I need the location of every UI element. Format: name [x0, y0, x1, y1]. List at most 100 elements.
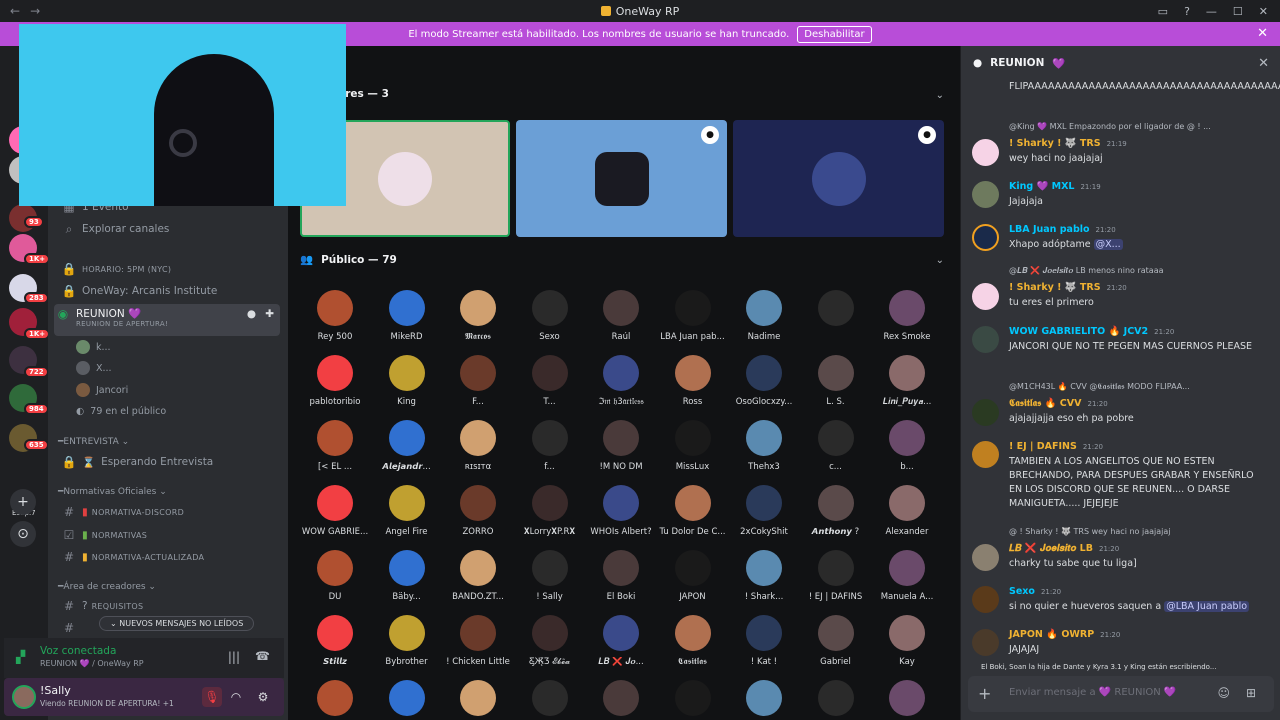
unread-messages-pill[interactable]: ⌄ NUEVOS MENSAJES NO LEÍDOS	[99, 616, 255, 631]
message-author[interactable]: King 💜 MXL 21:19	[1009, 181, 1101, 192]
audience-member[interactable]: ! Chicken Little	[442, 615, 514, 667]
audience-member[interactable]: Raúl	[585, 290, 657, 342]
audience-member[interactable]	[657, 680, 729, 720]
audience-member[interactable]: F...	[442, 355, 514, 407]
disable-streamer-button[interactable]: Deshabilitar	[797, 25, 872, 43]
audience-member[interactable]: ! EJ | DAFINS	[800, 550, 872, 602]
audience-member[interactable]: ZORRO	[442, 485, 514, 537]
chat-icon[interactable]: ●	[247, 308, 256, 320]
audience-member[interactable]: King	[371, 355, 443, 407]
user-mention[interactable]: @LBA Juan pablo	[1164, 601, 1250, 612]
audience-member[interactable]: Rey 500	[299, 290, 371, 342]
audience-member[interactable]: Bybrother	[371, 615, 443, 667]
audience-member[interactable]: Ƹ̵̡Ӝ̵̨̄Ʒ 𝓔𝓫𝓮̃𝓪	[514, 615, 586, 667]
message-author[interactable]: WOW GABRIELITO 🔥 JCV2 21:20	[1009, 326, 1174, 337]
audience-member[interactable]	[442, 680, 514, 720]
message-author[interactable]: ! EJ | DAFINS 21:20	[1009, 441, 1103, 452]
add-server-icon[interactable]: +	[10, 489, 36, 515]
audience-member[interactable]: [< EL ...	[299, 420, 371, 472]
audience-count[interactable]: ◐ 79 en el público	[76, 401, 166, 421]
voice-user[interactable]: X...	[76, 358, 112, 378]
audience-member[interactable]: 𝙎𝙩𝙞𝙡𝙡𝙯	[299, 615, 371, 667]
close-window-icon[interactable]: ✕	[1259, 5, 1268, 18]
reply-preview[interactable]: @King 💜 MXL Empazondo por el ligador de …	[1009, 122, 1211, 131]
audience-member[interactable]	[299, 680, 371, 720]
avatar[interactable]	[972, 544, 999, 571]
avatar[interactable]	[972, 399, 999, 426]
minimize-icon[interactable]: —	[1206, 5, 1217, 18]
channel-normativas[interactable]: ☑ ▮ NORMATIVAS	[60, 525, 280, 545]
help-icon[interactable]: ?	[1184, 5, 1190, 18]
audience-member[interactable]: 𝕮𝖆𝖘𝖎𝖙𝖑𝖆𝖘	[657, 615, 729, 667]
message-author[interactable]: 𝑳𝑩 ❌ 𝑱𝒐𝒆𝒍𝒔𝒊𝒕𝒐 LB 21:20	[1009, 543, 1119, 554]
reply-preview[interactable]: @𝑳𝑩 ❌ 𝑱𝒐𝒆𝒍𝒔𝒊𝒕𝒐 LB menos nino rataaa	[1009, 266, 1164, 276]
audience-member[interactable]: JAPON	[657, 550, 729, 602]
audience-member[interactable]: ! Shark...	[728, 550, 800, 602]
audience-member[interactable]	[514, 680, 586, 720]
discover-icon[interactable]: ⊙	[10, 521, 36, 547]
voice-user[interactable]: Jancori	[76, 380, 128, 400]
headphones-icon[interactable]: ◠	[226, 687, 246, 707]
audience-member[interactable]: Sexo	[514, 290, 586, 342]
audience-member[interactable]: c...	[800, 420, 872, 472]
audience-member[interactable]	[871, 680, 943, 720]
avatar[interactable]	[972, 139, 999, 166]
audience-member[interactable]: 𝑳𝒊𝒏𝒊_𝑷𝒖𝒚𝒂...	[871, 355, 943, 407]
voice-user[interactable]: k...	[76, 337, 111, 357]
audience-member[interactable]	[728, 680, 800, 720]
audience-member[interactable]: OsoGlocxzy...	[728, 355, 800, 407]
reply-preview[interactable]: @M1CH43L 🔥 CVV @𝕮𝖆𝖘𝖎𝖙𝖑𝖆𝖘 MODO FLIPAA...	[1009, 382, 1190, 392]
audience-member[interactable]	[800, 290, 872, 332]
audience-member[interactable]: Thehx3	[728, 420, 800, 472]
back-icon[interactable]: ←	[10, 4, 20, 18]
audience-member[interactable]: Angel Fire	[371, 485, 443, 537]
emoji-icon[interactable]: ☺	[1217, 686, 1230, 700]
speaker-tile[interactable]: ●	[733, 120, 944, 237]
message-author[interactable]: Sexo 21:20	[1009, 586, 1061, 597]
audience-member[interactable]: ! Kat !	[728, 615, 800, 667]
audience-member[interactable]: 𝕸𝖆𝖗𝖈𝖔𝖘	[442, 290, 514, 342]
chevron-down-icon[interactable]: ⌄	[936, 255, 944, 266]
plus-icon[interactable]: +	[978, 684, 991, 703]
audience-member[interactable]: !M NO DM	[585, 420, 657, 472]
message-author[interactable]: JAPON 🔥 OWRP 21:20	[1009, 629, 1120, 640]
close-icon[interactable]: ✕	[1257, 26, 1268, 41]
avatar[interactable]	[972, 326, 999, 353]
audience-member[interactable]	[371, 680, 443, 720]
audience-member[interactable]: Gabriel	[800, 615, 872, 667]
disconnect-icon[interactable]: ☎	[255, 649, 270, 663]
audience-member[interactable]	[585, 680, 657, 720]
audience-member[interactable]: 2xCokyShit	[728, 485, 800, 537]
audience-member[interactable]: pablotoribio	[299, 355, 371, 407]
audience-member[interactable]: b...	[871, 420, 943, 472]
audience-member[interactable]: WHOIs Albert?	[585, 485, 657, 537]
forward-icon[interactable]: →	[30, 4, 40, 18]
audience-member[interactable]	[800, 680, 872, 720]
audience-member[interactable]: El Boki	[585, 550, 657, 602]
stage-channel-reunion[interactable]: ◉ REUNION 💜 REUNION DE APERTURA! ● ✚	[54, 304, 280, 336]
audience-member[interactable]: L. S.	[800, 355, 872, 407]
audience-member[interactable]: T...	[514, 355, 586, 407]
avatar[interactable]	[972, 441, 999, 468]
audience-member[interactable]: Tu Dolor De C...	[657, 485, 729, 537]
channel-normativa-discord[interactable]: # ▮ NORMATIVA-DISCORD	[60, 502, 280, 522]
audience-member[interactable]: Kay	[871, 615, 943, 667]
audience-member[interactable]: BANDO.ZT...	[442, 550, 514, 602]
maximize-icon[interactable]: ☐	[1233, 5, 1243, 18]
audience-member[interactable]: 𝑳𝑩 ❌ 𝑱𝒐...	[585, 615, 657, 667]
avatar[interactable]	[972, 586, 999, 613]
channel-esperando[interactable]: 🔒 ⌛ Esperando Entrevista	[60, 452, 280, 472]
audience-member[interactable]: Bäby...	[371, 550, 443, 602]
audience-member[interactable]: DU	[299, 550, 371, 602]
audience-member[interactable]: LBA Juan pab...	[657, 290, 729, 342]
reply-preview[interactable]: @ ! Sharky ! 🐺 TRS wey haci no jaajajaj	[1009, 527, 1170, 536]
audience-member[interactable]: ℑ𝔪 𝔥3𝔞𝔯𝔱𝔩𝔢𝔰𝔰	[585, 355, 657, 407]
gamepad-icon[interactable]: ⊞	[1246, 686, 1256, 700]
audience-member[interactable]: Rex Smoke	[871, 290, 943, 342]
noise-suppression-icon[interactable]: |||	[228, 650, 240, 664]
audience-member[interactable]: MissLux	[657, 420, 729, 472]
channel-requisitos[interactable]: #? REQUISITOS	[60, 596, 280, 616]
invite-icon[interactable]: ✚	[265, 308, 274, 320]
inbox-icon[interactable]: ▭	[1158, 5, 1168, 18]
avatar[interactable]	[12, 685, 36, 709]
